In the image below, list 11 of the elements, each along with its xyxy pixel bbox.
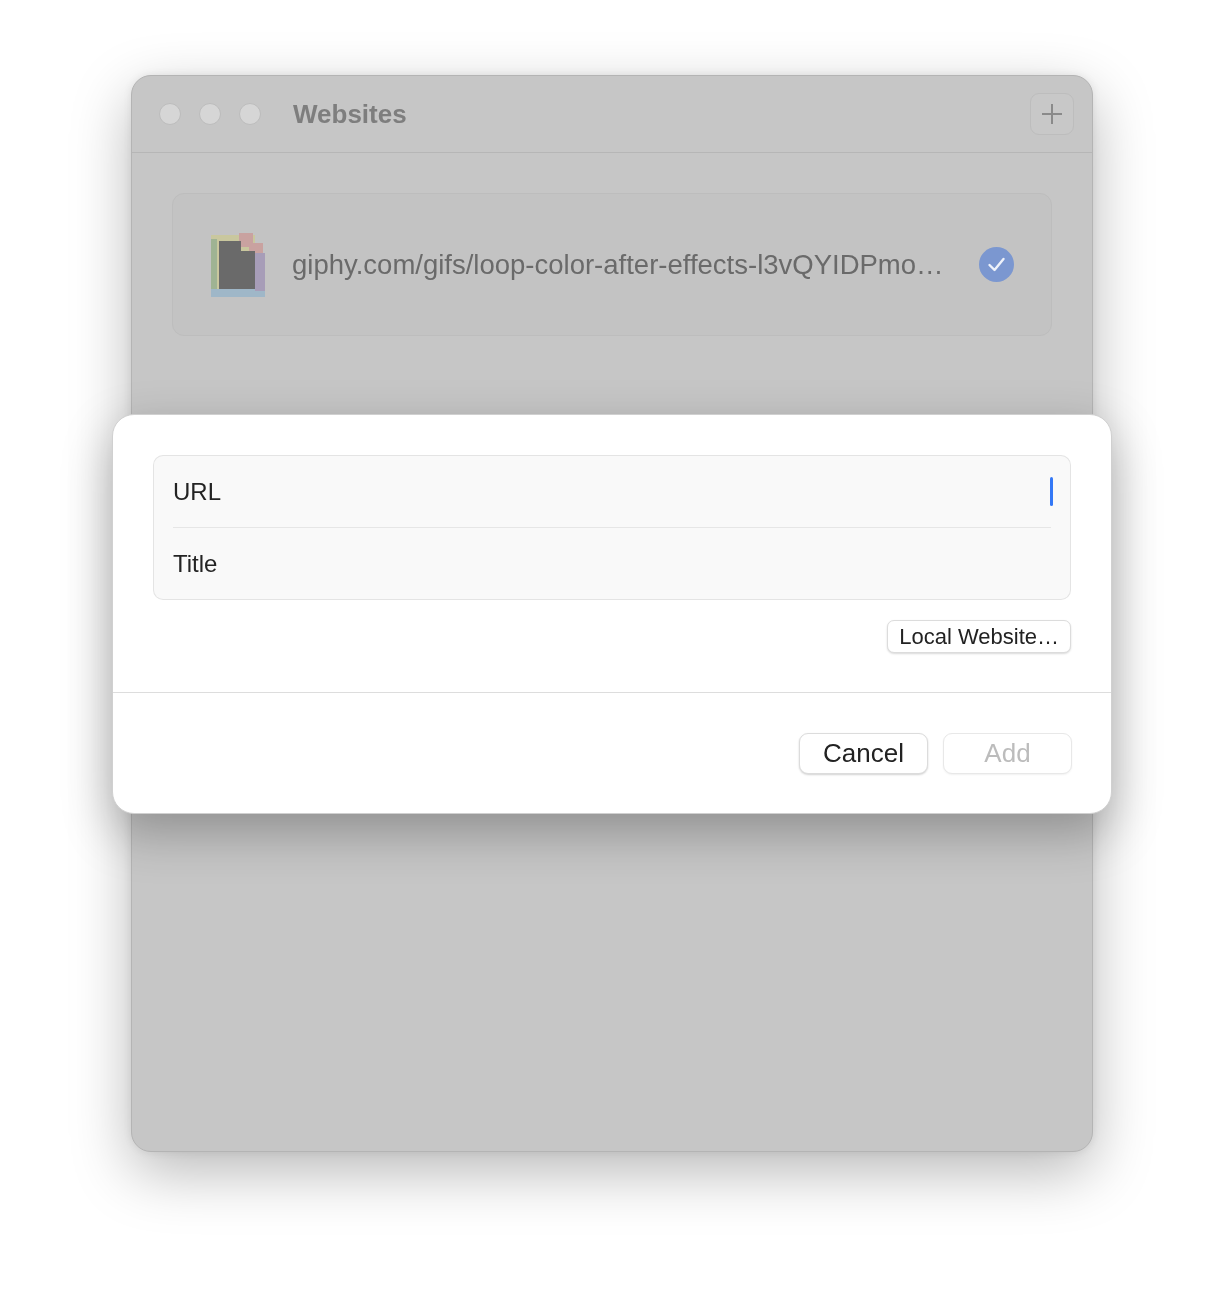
window-control-icon[interactable] bbox=[239, 103, 261, 125]
window-control-icon[interactable] bbox=[159, 103, 181, 125]
window-control-icon[interactable] bbox=[199, 103, 221, 125]
plus-icon bbox=[1041, 103, 1063, 125]
website-url: giphy.com/gifs/loop-color-after-effects-l3vQYIDPmo… bbox=[292, 248, 945, 281]
document-icon bbox=[211, 232, 265, 297]
add-button[interactable] bbox=[1030, 93, 1074, 135]
window-title: Websites bbox=[293, 98, 408, 130]
dialog-button[interactable]: Cancel bbox=[799, 733, 928, 774]
checkmark-icon[interactable] bbox=[979, 247, 1014, 282]
local-website-button[interactable]: Local Website… bbox=[887, 620, 1071, 653]
